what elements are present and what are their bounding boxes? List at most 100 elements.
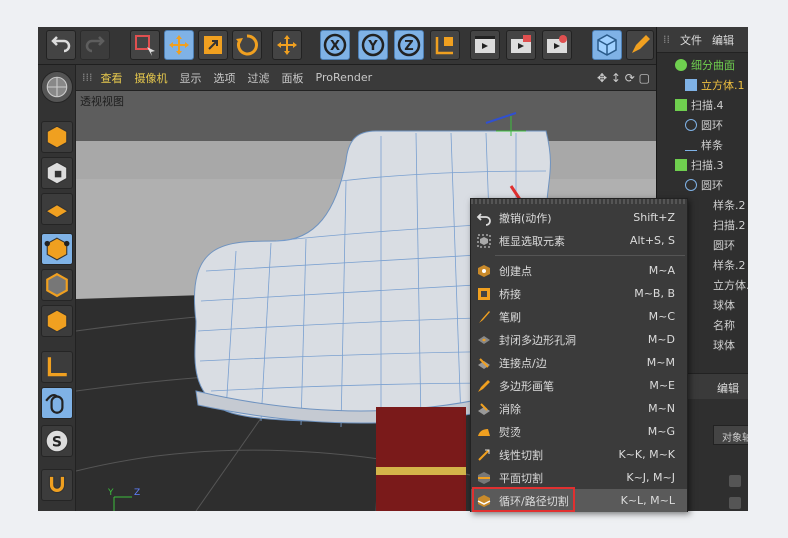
- texture-icon: [46, 161, 68, 185]
- dissolve-icon: [475, 400, 493, 418]
- left-mode-toolbar: S: [38, 65, 76, 511]
- axis-mode-icon: [47, 357, 67, 377]
- coordinate-system-icon: [435, 37, 453, 55]
- tree-item[interactable]: 圆环: [657, 115, 748, 135]
- render-queue-button[interactable]: [506, 30, 536, 60]
- axis-mode-button[interactable]: [41, 351, 73, 383]
- cube-icon: [685, 79, 697, 91]
- circle-spline-icon: [685, 179, 697, 191]
- highlight-box: [472, 487, 575, 512]
- menu-item-create-point[interactable]: 创建点 M~A: [471, 259, 687, 282]
- model-cube-icon: [46, 125, 68, 149]
- tree-item[interactable]: 样条: [657, 135, 748, 155]
- menu-file[interactable]: 文件: [680, 32, 702, 48]
- tweak-mode-button[interactable]: [41, 387, 73, 419]
- render-picture-queue-icon: [511, 35, 531, 53]
- polygon-pen-icon: [475, 377, 493, 395]
- undo-action-icon: [475, 209, 493, 227]
- menu-item-iron[interactable]: 熨烫 M~G: [471, 420, 687, 443]
- snap-s-icon: S: [45, 429, 69, 453]
- menu-item-brush[interactable]: 笔刷 M~C: [471, 305, 687, 328]
- globe-mode-button[interactable]: [41, 71, 73, 103]
- main-toolbar: X Y Z: [38, 27, 656, 65]
- svg-text:Z: Z: [134, 488, 140, 498]
- model-mode-button[interactable]: [41, 121, 73, 153]
- undo-button[interactable]: [46, 30, 76, 60]
- viewport-title: 透视视图: [80, 95, 124, 108]
- tree-item[interactable]: 细分曲面: [657, 55, 748, 75]
- object-axis-field[interactable]: 对象轴: [713, 425, 748, 445]
- subdivision-surface-icon: [675, 59, 687, 71]
- iron-icon: [475, 423, 493, 441]
- snap-button[interactable]: S: [41, 425, 73, 457]
- checkbox[interactable]: [729, 475, 741, 487]
- cube-icon: [597, 34, 617, 56]
- redo-icon: [85, 36, 105, 53]
- tree-item[interactable]: 立方体.1: [657, 75, 748, 95]
- x-axis-lock-button[interactable]: X: [320, 30, 350, 60]
- menu-options[interactable]: 选项: [214, 70, 236, 86]
- render-settings-button[interactable]: [542, 30, 572, 60]
- menu-edit[interactable]: 编辑: [712, 32, 734, 48]
- sweep-icon: [675, 99, 687, 111]
- render-view-button[interactable]: [470, 30, 500, 60]
- menu-item-frame-selected[interactable]: 框显选取元素 Alt+S, S: [471, 229, 687, 252]
- menu-item-line-cut[interactable]: 线性切割 K~K, M~K: [471, 443, 687, 466]
- workplane-mode-button[interactable]: [41, 193, 73, 225]
- menu-item-connect-points-edges[interactable]: 连接点/边 M~M: [471, 351, 687, 374]
- menu-item-dissolve[interactable]: 消除 M~N: [471, 397, 687, 420]
- menu-filter[interactable]: 过滤: [248, 70, 270, 86]
- menu-item-bridge[interactable]: 桥接 M~B, B: [471, 282, 687, 305]
- polygons-mode-button[interactable]: [41, 305, 73, 337]
- x-axis-label: X: [330, 39, 340, 54]
- pen-tool-button[interactable]: [626, 30, 654, 60]
- move-tool-button-2[interactable]: [272, 30, 302, 60]
- tree-item[interactable]: 圆环: [657, 175, 748, 195]
- spline-icon: [685, 139, 697, 151]
- checkbox[interactable]: [729, 497, 741, 509]
- move-tool-button[interactable]: [164, 30, 194, 60]
- menu-panel[interactable]: 面板: [282, 70, 304, 86]
- menu-item-undo-action[interactable]: 撤销(动作) Shift+Z: [471, 206, 687, 229]
- menu-item-polygon-pen[interactable]: 多边形画笔 M~E: [471, 374, 687, 397]
- undo-icon: [51, 36, 71, 53]
- magnet-button[interactable]: [41, 469, 73, 501]
- sweep-icon: [675, 159, 687, 171]
- y-axis-label: Y: [367, 39, 378, 54]
- viewport-nav-icons[interactable]: ✥ ↕ ⟳ ▢: [597, 71, 650, 85]
- menu-camera[interactable]: 摄像机: [135, 70, 168, 86]
- texture-mode-button[interactable]: [41, 157, 73, 189]
- grip-icon: ⁞⁞⁞: [82, 71, 93, 84]
- edges-mode-icon: [46, 272, 68, 298]
- menu-item-close-polygon-hole[interactable]: 封闭多边形孔洞 M~D: [471, 328, 687, 351]
- live-select-icon: [135, 35, 155, 56]
- grid-plane-icon: [45, 204, 69, 219]
- attributes-edit-menu[interactable]: 编辑: [717, 380, 739, 396]
- rotate-tool-button[interactable]: [232, 30, 262, 60]
- y-axis-icon: Y: [361, 33, 385, 57]
- tree-item[interactable]: 扫描.4: [657, 95, 748, 115]
- cube-object-button[interactable]: [592, 30, 622, 60]
- tree-item[interactable]: 扫描.3: [657, 155, 748, 175]
- circle-spline-icon: [685, 119, 697, 131]
- menu-grip: [471, 199, 687, 204]
- menu-item-plane-cut[interactable]: 平面切割 K~J, M~J: [471, 466, 687, 489]
- y-axis-lock-button[interactable]: Y: [358, 30, 388, 60]
- points-mode-icon: [44, 237, 70, 261]
- globe-icon: [46, 76, 68, 98]
- redo-button[interactable]: [80, 30, 110, 60]
- menu-display[interactable]: 显示: [180, 70, 202, 86]
- points-mode-button[interactable]: [41, 233, 73, 265]
- create-point-icon: [475, 262, 493, 280]
- edges-mode-button[interactable]: [41, 269, 73, 301]
- live-select-button[interactable]: [130, 30, 160, 60]
- polygons-mode-icon: [46, 309, 68, 333]
- menu-view[interactable]: 查看: [101, 70, 123, 86]
- close-polygon-hole-icon: [475, 331, 493, 349]
- z-axis-lock-button[interactable]: Z: [394, 30, 424, 60]
- coordinate-system-button[interactable]: [430, 30, 460, 60]
- context-menu: 撤销(动作) Shift+Z 框显选取元素 Alt+S, S 创建点 M~A 桥接 M~…: [470, 198, 688, 512]
- scale-tool-button[interactable]: [198, 30, 228, 60]
- menu-prorender[interactable]: ProRender: [316, 71, 373, 84]
- z-axis-label: Z: [404, 39, 413, 54]
